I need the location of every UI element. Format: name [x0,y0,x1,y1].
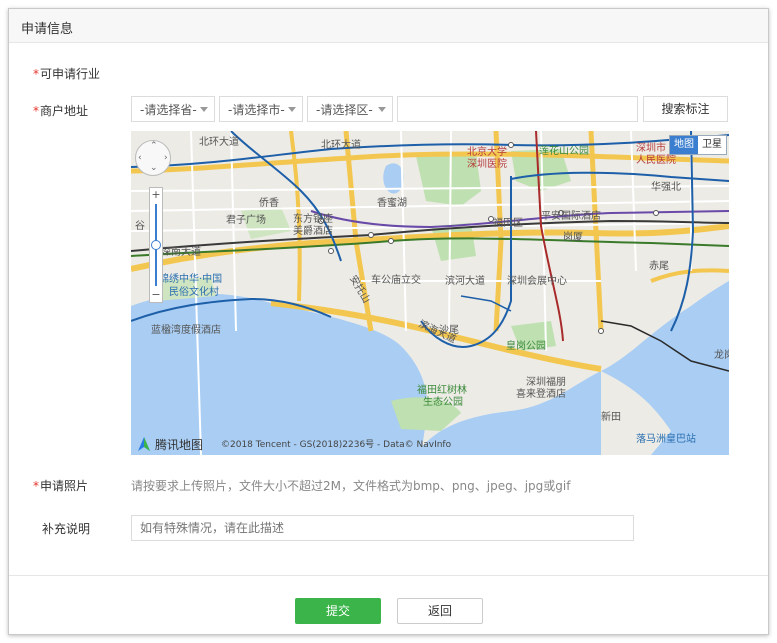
province-select-value: -请选择省- [140,103,197,117]
map-copyright: ©2018 Tencent - GS(2018)2236号 - Data© Na… [221,440,452,450]
map-label: 君子广场 [226,215,266,226]
zoom-in-button[interactable]: + [150,189,162,201]
province-select[interactable]: -请选择省- [131,96,215,122]
tencent-map-logo: 腾讯地图 [135,435,203,453]
chevron-down-icon [200,107,208,112]
submit-button[interactable]: 提交 [295,598,381,624]
pan-left-icon[interactable]: ‹ [138,153,142,163]
map-label: 平安国际酒店 [541,211,601,222]
industry-label-row: *可申请行业 [33,65,100,82]
map-pan-control[interactable]: ⌃ ⌄ ‹ › [135,140,171,176]
map-label: 深圳医院 [467,159,507,170]
map-label: 蓝楹湾度假酒店 [151,325,221,336]
map-view[interactable]: 北环大道 北环大道 北京大学 深圳医院 莲花山公园 深圳市 人民医院 华强北 香… [131,131,729,455]
zoom-out-button[interactable]: − [150,289,162,301]
map-label: 美爵酒店 [293,226,333,237]
pan-up-icon[interactable]: ⌃ [150,141,158,151]
panel-header: 申请信息 [9,9,768,43]
map-logo-icon [138,437,150,451]
map-label: 岗厦 [563,232,583,243]
required-mark: * [33,479,39,493]
map-label: 北环大道 [199,137,239,148]
map-label: 谷 [135,221,145,232]
chevron-down-icon [378,107,386,112]
photo-label-row: *申请照片 [33,477,88,494]
pan-right-icon[interactable]: › [164,153,168,163]
chevron-down-icon [288,107,296,112]
search-mark-button[interactable]: 搜索标注 [643,96,728,122]
map-label: 皇岗公园 [506,341,546,352]
map-label: 深圳会展中心 [507,276,567,287]
map-label: 滨河大道 [445,276,485,287]
address-label: 商户地址 [40,104,89,118]
city-select[interactable]: -请选择市- [219,96,303,122]
photo-label: 申请照片 [40,479,89,493]
map-label: 落马洲皇巴站 [636,434,696,445]
map-label: 民俗文化村 [169,287,219,298]
map-label: 华强北 [651,182,681,193]
map-label: 赤尾 [649,261,669,272]
map-label: 喜来登酒店 [516,389,566,400]
required-mark: * [33,104,39,118]
city-select-value: -请选择市- [228,103,285,117]
map-label: 北环大道 [321,140,361,151]
map-label: 香蜜湖 [377,198,407,209]
application-panel: 申请信息 *可申请行业 *商户地址 -请选择省- -请选择市- -请选择区- 搜… [8,8,769,635]
map-label: 车公庙立交 [371,275,421,286]
map-type-satellite-button[interactable]: 卫星 [698,136,726,154]
industry-label: 可申请行业 [40,67,101,81]
divider [9,575,768,576]
map-type-switch: 地图 卫星 [669,135,727,155]
panel-title: 申请信息 [21,22,74,37]
required-mark: * [33,67,39,81]
note-input[interactable] [131,515,634,541]
map-label: 莲花山公园 [539,146,589,157]
district-select-value: -请选择区- [316,103,373,117]
back-button[interactable]: 返回 [397,598,483,624]
photo-hint: 请按要求上传照片，文件大小不超过2M，文件格式为bmp、png、jpeg、jpg… [131,479,571,493]
map-label: 福田区 [493,218,523,229]
district-select[interactable]: -请选择区- [307,96,393,122]
address-label-row: *商户地址 [33,102,88,119]
map-zoom-control: + − [149,187,163,303]
map-type-map-button[interactable]: 地图 [670,136,698,154]
note-label: 补充说明 [42,522,91,536]
map-brand: 腾讯地图 [155,437,204,452]
map-label: 龙岗 [714,350,729,361]
map-label: 新田 [601,412,621,423]
pan-down-icon[interactable]: ⌄ [150,163,158,173]
zoom-slider-handle[interactable] [151,240,161,250]
map-label: 深南大道 [161,247,201,258]
map-label: 生态公园 [423,397,463,408]
address-input[interactable] [397,96,638,122]
map-label: 侨香 [259,198,279,209]
